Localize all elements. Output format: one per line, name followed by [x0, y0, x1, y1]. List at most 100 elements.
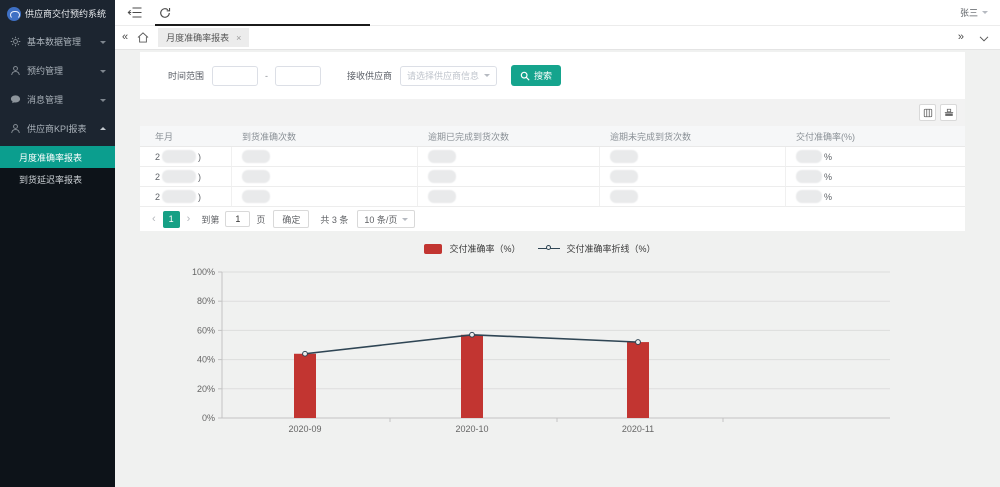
sidebar-item-basic-data[interactable]: 基本数据管理 [0, 27, 115, 56]
export-button[interactable] [940, 104, 957, 121]
redacted-value [610, 150, 638, 163]
table-header: 年月 到货准确次数 逾期已完成到货次数 逾期未完成到货次数 交付准确率(%) [140, 126, 965, 147]
export-icon [944, 108, 954, 118]
tab-bar-actions: » [958, 29, 1000, 47]
date-from-input[interactable] [212, 66, 258, 86]
tab-close-icon[interactable]: × [236, 33, 241, 43]
page-size-select[interactable]: 10 条/页 [357, 210, 415, 228]
search-button-label: 搜索 [534, 69, 552, 82]
svg-text:2020-11: 2020-11 [622, 424, 654, 434]
column-settings-button[interactable] [919, 104, 936, 121]
redacted-value [162, 190, 196, 203]
page-unit-label: 页 [256, 213, 265, 226]
svg-text:60%: 60% [197, 325, 215, 335]
redacted-value [796, 190, 822, 203]
column-header: 逾期未完成到货次数 [600, 126, 786, 147]
caret-down-icon [402, 218, 408, 224]
svg-text:40%: 40% [197, 355, 215, 365]
total-count-label: 共 3 条 [320, 213, 348, 226]
table-row: 2) % [140, 167, 965, 187]
sidebar-item-reservation[interactable]: 预约管理 [0, 56, 115, 85]
sidebar-item-label: 消息管理 [27, 93, 94, 106]
pagination: ‹ 1 › 到第 页 确定 共 3 条 10 条/页 [140, 207, 965, 231]
prev-page-icon[interactable]: ‹ [152, 214, 156, 225]
app-title: 供应商交付预约系统 [25, 7, 106, 20]
cell-year-month: 2) [140, 167, 232, 187]
submenu-item-label: 到货延迟率报表 [19, 173, 82, 186]
redacted-value [610, 170, 638, 183]
search-button[interactable]: 搜索 [511, 65, 561, 86]
user-name: 张三 [960, 6, 978, 19]
sidebar-item-delivery-delay-report[interactable]: 到货延迟率报表 [0, 168, 115, 190]
top-toolbar: 张三 [115, 0, 1000, 26]
supplier-label: 接收供应商 [347, 69, 392, 82]
collapse-sidebar-icon[interactable] [123, 2, 145, 24]
redacted-value [242, 150, 270, 163]
cell-overdue-done-count [418, 147, 600, 167]
column-header: 交付准确率(%) [786, 126, 965, 147]
redacted-value [242, 170, 270, 183]
main-content: 时间范围 - 接收供应商 请选择供应商信息 搜索 [115, 50, 1000, 487]
redacted-value [162, 150, 196, 163]
redacted-value [610, 190, 638, 203]
redacted-value [796, 150, 822, 163]
tabs-menu-icon[interactable] [979, 29, 989, 47]
legend-line-label[interactable]: 交付准确率折线（%） [567, 242, 656, 255]
legend-bar-swatch[interactable] [424, 244, 442, 254]
cell-overdue-done-count [418, 167, 600, 187]
tabs-scroll-right-icon[interactable]: » [958, 32, 964, 43]
column-header: 逾期已完成到货次数 [418, 126, 600, 147]
cell-accurate-count [232, 187, 418, 207]
refresh-icon[interactable] [154, 2, 176, 24]
report-panel: 时间范围 - 接收供应商 请选择供应商信息 搜索 [140, 52, 965, 231]
range-separator: - [265, 71, 268, 81]
tab-label: 月度准确率报表 [166, 31, 229, 44]
cell-accuracy-rate: % [786, 147, 965, 167]
confirm-page-button[interactable]: 确定 [273, 210, 309, 228]
sidebar-item-label: 供应商KPI报表 [27, 122, 94, 135]
tab-bar: « 月度准确率报表 × » [115, 26, 1000, 50]
next-page-icon[interactable]: › [187, 214, 191, 225]
svg-text:0%: 0% [202, 413, 215, 423]
tab-monthly-accuracy-report[interactable]: 月度准确率报表 × [158, 28, 249, 47]
supplier-select[interactable]: 请选择供应商信息 [400, 66, 497, 86]
columns-icon [923, 108, 933, 118]
legend-line-swatch[interactable] [538, 248, 560, 249]
time-range-label: 时间范围 [168, 69, 204, 82]
legend-bar-label[interactable]: 交付准确率（%） [449, 242, 520, 255]
cell-accuracy-rate: % [786, 167, 965, 187]
cell-accuracy-rate: % [786, 187, 965, 207]
tabs-scroll-left-icon[interactable]: « [122, 32, 128, 43]
svg-text:80%: 80% [197, 296, 215, 306]
sidebar-top-section: 供应商交付预约系统 基本数据管理 预约管理 消息管理 供应商KPI报表 [0, 0, 115, 146]
svg-text:20%: 20% [197, 384, 215, 394]
chart-legend: 交付准确率（%） 交付准确率折线（%） [115, 242, 965, 255]
table-row: 2) % [140, 147, 965, 167]
svg-text:100%: 100% [192, 267, 215, 277]
sidebar-item-monthly-accuracy-report[interactable]: 月度准确率报表 [0, 146, 115, 168]
jump-to-label: 到第 [201, 213, 219, 226]
column-header: 年月 [140, 126, 232, 147]
cell-accurate-count [232, 147, 418, 167]
app-brand: 供应商交付预约系统 [0, 0, 115, 27]
redacted-value [796, 170, 822, 183]
search-icon [520, 71, 530, 81]
user-menu[interactable]: 张三 [960, 6, 988, 19]
sidebar-item-kpi-report[interactable]: 供应商KPI报表 [0, 114, 115, 143]
home-icon[interactable] [137, 32, 149, 43]
cell-overdue-done-count [418, 187, 600, 207]
date-to-input[interactable] [275, 66, 321, 86]
redacted-value [162, 170, 196, 183]
page-jump-input[interactable] [225, 211, 250, 227]
page-number-button[interactable]: 1 [163, 211, 180, 228]
sidebar-item-message[interactable]: 消息管理 [0, 85, 115, 114]
caret-down-icon [982, 11, 988, 17]
accuracy-chart: 0%20%40%60%80%100%2020-092020-102020-11 [180, 265, 900, 440]
chevron-down-icon [100, 70, 106, 76]
app-logo-icon [7, 7, 21, 21]
submenu-item-label: 月度准确率报表 [19, 151, 82, 164]
page-size-value: 10 条/页 [364, 213, 397, 226]
table-toolbar [140, 99, 965, 126]
message-icon [10, 94, 21, 105]
sidebar: 供应商交付预约系统 基本数据管理 预约管理 消息管理 供应商KPI报表 [0, 0, 115, 487]
